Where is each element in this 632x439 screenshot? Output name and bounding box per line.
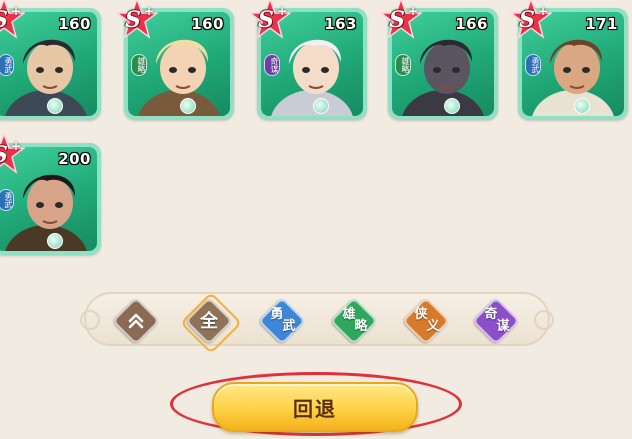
collapse-filter-button[interactable] <box>111 296 161 346</box>
filter-scheme-button[interactable]: 奇谋 <box>471 296 521 346</box>
rank-letter: S <box>258 7 274 33</box>
hero-level: 163 <box>324 15 357 33</box>
filter-all-label: 全 <box>200 310 218 332</box>
hero-level: 160 <box>58 15 91 33</box>
rank-badge: S + <box>380 0 422 40</box>
hero-class-tag: 勇武 <box>0 54 14 76</box>
filter-chivalry-label: 侠义 <box>414 307 440 334</box>
filter-strategy-button[interactable]: 雄略 <box>329 296 379 346</box>
filter-valor-label: 勇武 <box>270 307 296 334</box>
hero-card[interactable]: 160 雄略 S + <box>116 0 234 120</box>
rank-plus: + <box>144 4 155 18</box>
filter-scheme-label: 奇谋 <box>484 307 510 334</box>
hero-class-tag: 奇谋 <box>264 54 280 76</box>
element-icon <box>313 98 329 114</box>
element-icon <box>180 98 196 114</box>
rank-letter: S <box>389 7 405 33</box>
rank-plus: + <box>538 4 549 18</box>
hero-level: 171 <box>585 15 618 33</box>
rank-badge: S + <box>510 0 552 40</box>
hero-collection-panel: 160 勇武 S + 160 雄略 <box>0 0 632 439</box>
rank-letter: S <box>0 142 8 168</box>
hero-card[interactable]: 166 雄略 S + <box>380 0 498 120</box>
rank-badge: S + <box>249 0 291 40</box>
hero-level: 160 <box>191 15 224 33</box>
hero-card[interactable]: 171 勇武 S + <box>510 0 628 120</box>
filter-strategy-label: 雄略 <box>342 307 368 334</box>
rank-plus: + <box>11 4 22 18</box>
rank-letter: S <box>0 7 8 33</box>
hero-card[interactable]: 163 奇谋 S + <box>249 0 367 120</box>
hero-class-tag: 勇武 <box>525 54 541 76</box>
rank-plus: + <box>408 4 419 18</box>
hero-level: 200 <box>58 150 91 168</box>
rank-badge: S + <box>0 133 25 175</box>
collapse-chevrons-icon <box>112 297 160 345</box>
filter-valor-button[interactable]: 勇武 <box>257 296 307 346</box>
element-icon <box>47 233 63 249</box>
rank-badge: S + <box>0 0 25 40</box>
hero-card[interactable]: 160 勇武 S + <box>0 0 101 120</box>
hero-level: 166 <box>455 15 488 33</box>
element-icon <box>47 98 63 114</box>
rank-badge: S + <box>116 0 158 40</box>
rank-plus: + <box>277 4 288 18</box>
hero-card[interactable]: 200 勇武 S + <box>0 133 101 255</box>
element-icon <box>444 98 460 114</box>
hero-class-tag: 雄略 <box>131 54 147 76</box>
rank-letter: S <box>125 7 141 33</box>
rank-letter: S <box>519 7 535 33</box>
rank-plus: + <box>11 139 22 153</box>
element-icon <box>574 98 590 114</box>
hero-class-tag: 勇武 <box>0 189 14 211</box>
hero-class-tag: 雄略 <box>395 54 411 76</box>
filter-all-button[interactable]: 全 <box>184 296 234 346</box>
filter-chivalry-button[interactable]: 侠义 <box>401 296 451 346</box>
back-button[interactable]: 回退 <box>212 382 418 432</box>
